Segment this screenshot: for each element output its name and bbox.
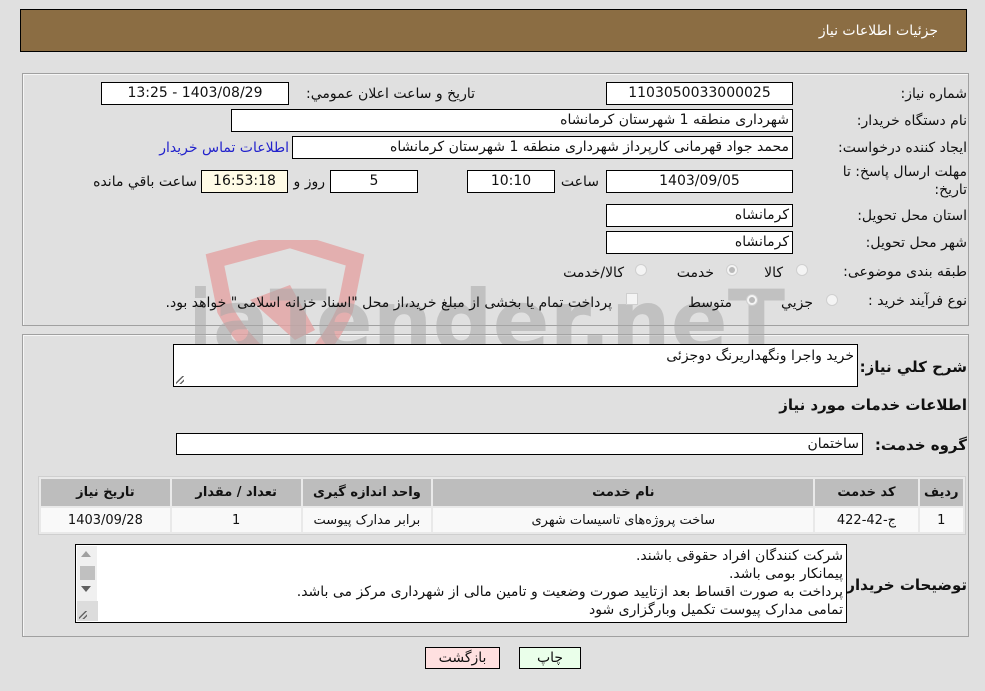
back-button[interactable]: بازگشت — [425, 647, 500, 669]
creator-label: ایجاد کننده درخواست: — [838, 140, 967, 156]
deadline-date-field: 1403/09/05 — [606, 170, 793, 193]
services-table: ردیف کد خدمت نام خدمت واحد اندازه گیری ت… — [38, 476, 966, 535]
print-button[interactable]: چاپ — [519, 647, 581, 669]
deadline-time-label: ساعت — [560, 174, 599, 190]
remaining-time-field: 16:53:18 — [201, 170, 288, 193]
city-label: شهر محل تحویل: — [865, 235, 967, 251]
buyer-note-line: شرکت کنندگان افراد حقوقی باشند. — [635, 548, 843, 564]
description-textarea[interactable]: خرید واجرا ونگهداریرنگ دوجزئی — [173, 344, 858, 387]
resize-grip-icon[interactable] — [79, 611, 87, 619]
province-field: کرمانشاه — [606, 204, 793, 227]
category-radio-goods[interactable] — [796, 264, 808, 276]
buyer-org-label: نام دستگاه خریدار: — [856, 113, 967, 129]
buyer-org-field: شهرداری منطقه 1 شهرستان کرمانشاه — [231, 109, 793, 132]
category-option-goods-service: کالا/خدمت — [563, 265, 624, 281]
cell-service-code: ج-42-422 — [815, 508, 918, 532]
scroll-corner — [77, 601, 98, 621]
col-header-need-date: تاریخ نیاز — [41, 479, 170, 506]
col-header-service-code: کد خدمت — [815, 479, 918, 506]
treasury-checkbox[interactable] — [626, 293, 638, 305]
days-remaining-field: 5 — [330, 170, 418, 193]
deadline-label-line2: تاریخ: — [934, 182, 967, 198]
col-header-row-number: ردیف — [919, 479, 963, 506]
cell-row-number: 1 — [919, 508, 963, 532]
col-header-quantity: تعداد / مقدار — [171, 479, 301, 506]
buyer-note-line: تمامی مدارک پیوست تکمیل وبارگزاری شود — [589, 602, 843, 618]
deadline-time-field: 10:10 — [467, 170, 555, 193]
need-number-label: شماره نیاز: — [900, 86, 968, 102]
process-radio-medium[interactable] — [746, 294, 758, 306]
scroll-up-arrow-icon[interactable] — [81, 551, 91, 557]
services-heading: اطلاعات خدمات مورد نياز — [779, 396, 967, 414]
service-group-field: ساختمان — [176, 433, 863, 455]
deadline-label-line1: مهلت ارسال پاسخ: تا — [842, 164, 967, 180]
buyer-notes-textarea[interactable]: شرکت کنندگان افراد حقوقی باشند. پیمانکار… — [75, 544, 847, 623]
need-number-field: 1103050033000025 — [606, 82, 793, 105]
description-label: شرح كلي نياز: — [859, 358, 967, 376]
table-header-row: ردیف کد خدمت نام خدمت واحد اندازه گیری ت… — [41, 479, 963, 506]
category-option-service: خدمت — [676, 265, 714, 281]
scroll-thumb[interactable] — [80, 566, 95, 580]
purchase-process-label: نوع فرآیند خرید : — [868, 293, 967, 309]
page-title: جزئیات اطلاعات نیاز — [818, 23, 938, 39]
table-row: 1 ج-42-422 ساخت پروژه‌های تاسیسات شهری ب… — [41, 508, 963, 532]
category-option-goods: کالا — [764, 265, 783, 281]
category-radio-goods-service[interactable] — [635, 264, 647, 276]
announce-datetime-label: تاریخ و ساعت اعلان عمومي: — [306, 86, 475, 102]
announce-datetime-field: 1403/08/29 - 13:25 — [101, 82, 289, 105]
cell-need-date: 1403/09/28 — [41, 508, 170, 532]
treasury-checkbox-label: پرداخت تمام یا بخشی از مبلغ خرید،از محل … — [165, 295, 612, 311]
service-group-label: گروه خدمت: — [874, 436, 967, 454]
cell-unit: برابر مدارک پیوست — [302, 508, 432, 532]
remaining-time-label: ساعت باقي مانده — [93, 174, 197, 190]
resize-grip-icon[interactable] — [176, 376, 184, 384]
col-header-unit: واحد اندازه گیری — [302, 479, 432, 506]
days-label: روز و — [293, 174, 326, 190]
buyer-notes-label: توضیحات خریدار: — [840, 576, 967, 594]
buyer-note-line: پرداخت به صورت اقساط بعد ازتایید صورت وض… — [296, 584, 843, 600]
col-header-service-name: نام خدمت — [433, 479, 814, 506]
process-radio-minor[interactable] — [826, 294, 838, 306]
province-label: استان محل تحویل: — [857, 208, 967, 224]
description-text: خرید واجرا ونگهداریرنگ دوجزئی — [666, 348, 854, 364]
category-label: طبقه بندی موضوعی: — [843, 264, 967, 280]
category-radio-service[interactable] — [726, 264, 738, 276]
buyer-note-line: پیمانکار بومی باشد. — [728, 566, 843, 582]
notes-scrollbar[interactable] — [77, 546, 98, 621]
scroll-down-arrow-icon[interactable] — [81, 586, 91, 592]
creator-field: محمد جواد قهرمانی کارپرداز شهرداری منطقه… — [292, 136, 793, 159]
buyer-contact-link[interactable]: اطلاعات تماس خریدار — [159, 140, 289, 156]
page-header: جزئیات اطلاعات نیاز — [20, 9, 967, 52]
cell-service-name: ساخت پروژه‌های تاسیسات شهری — [433, 508, 814, 532]
process-option-medium: متوسط — [688, 295, 732, 311]
cell-quantity: 1 — [171, 508, 301, 532]
city-field: کرمانشاه — [606, 231, 793, 254]
process-option-minor: جزيي — [781, 295, 813, 311]
